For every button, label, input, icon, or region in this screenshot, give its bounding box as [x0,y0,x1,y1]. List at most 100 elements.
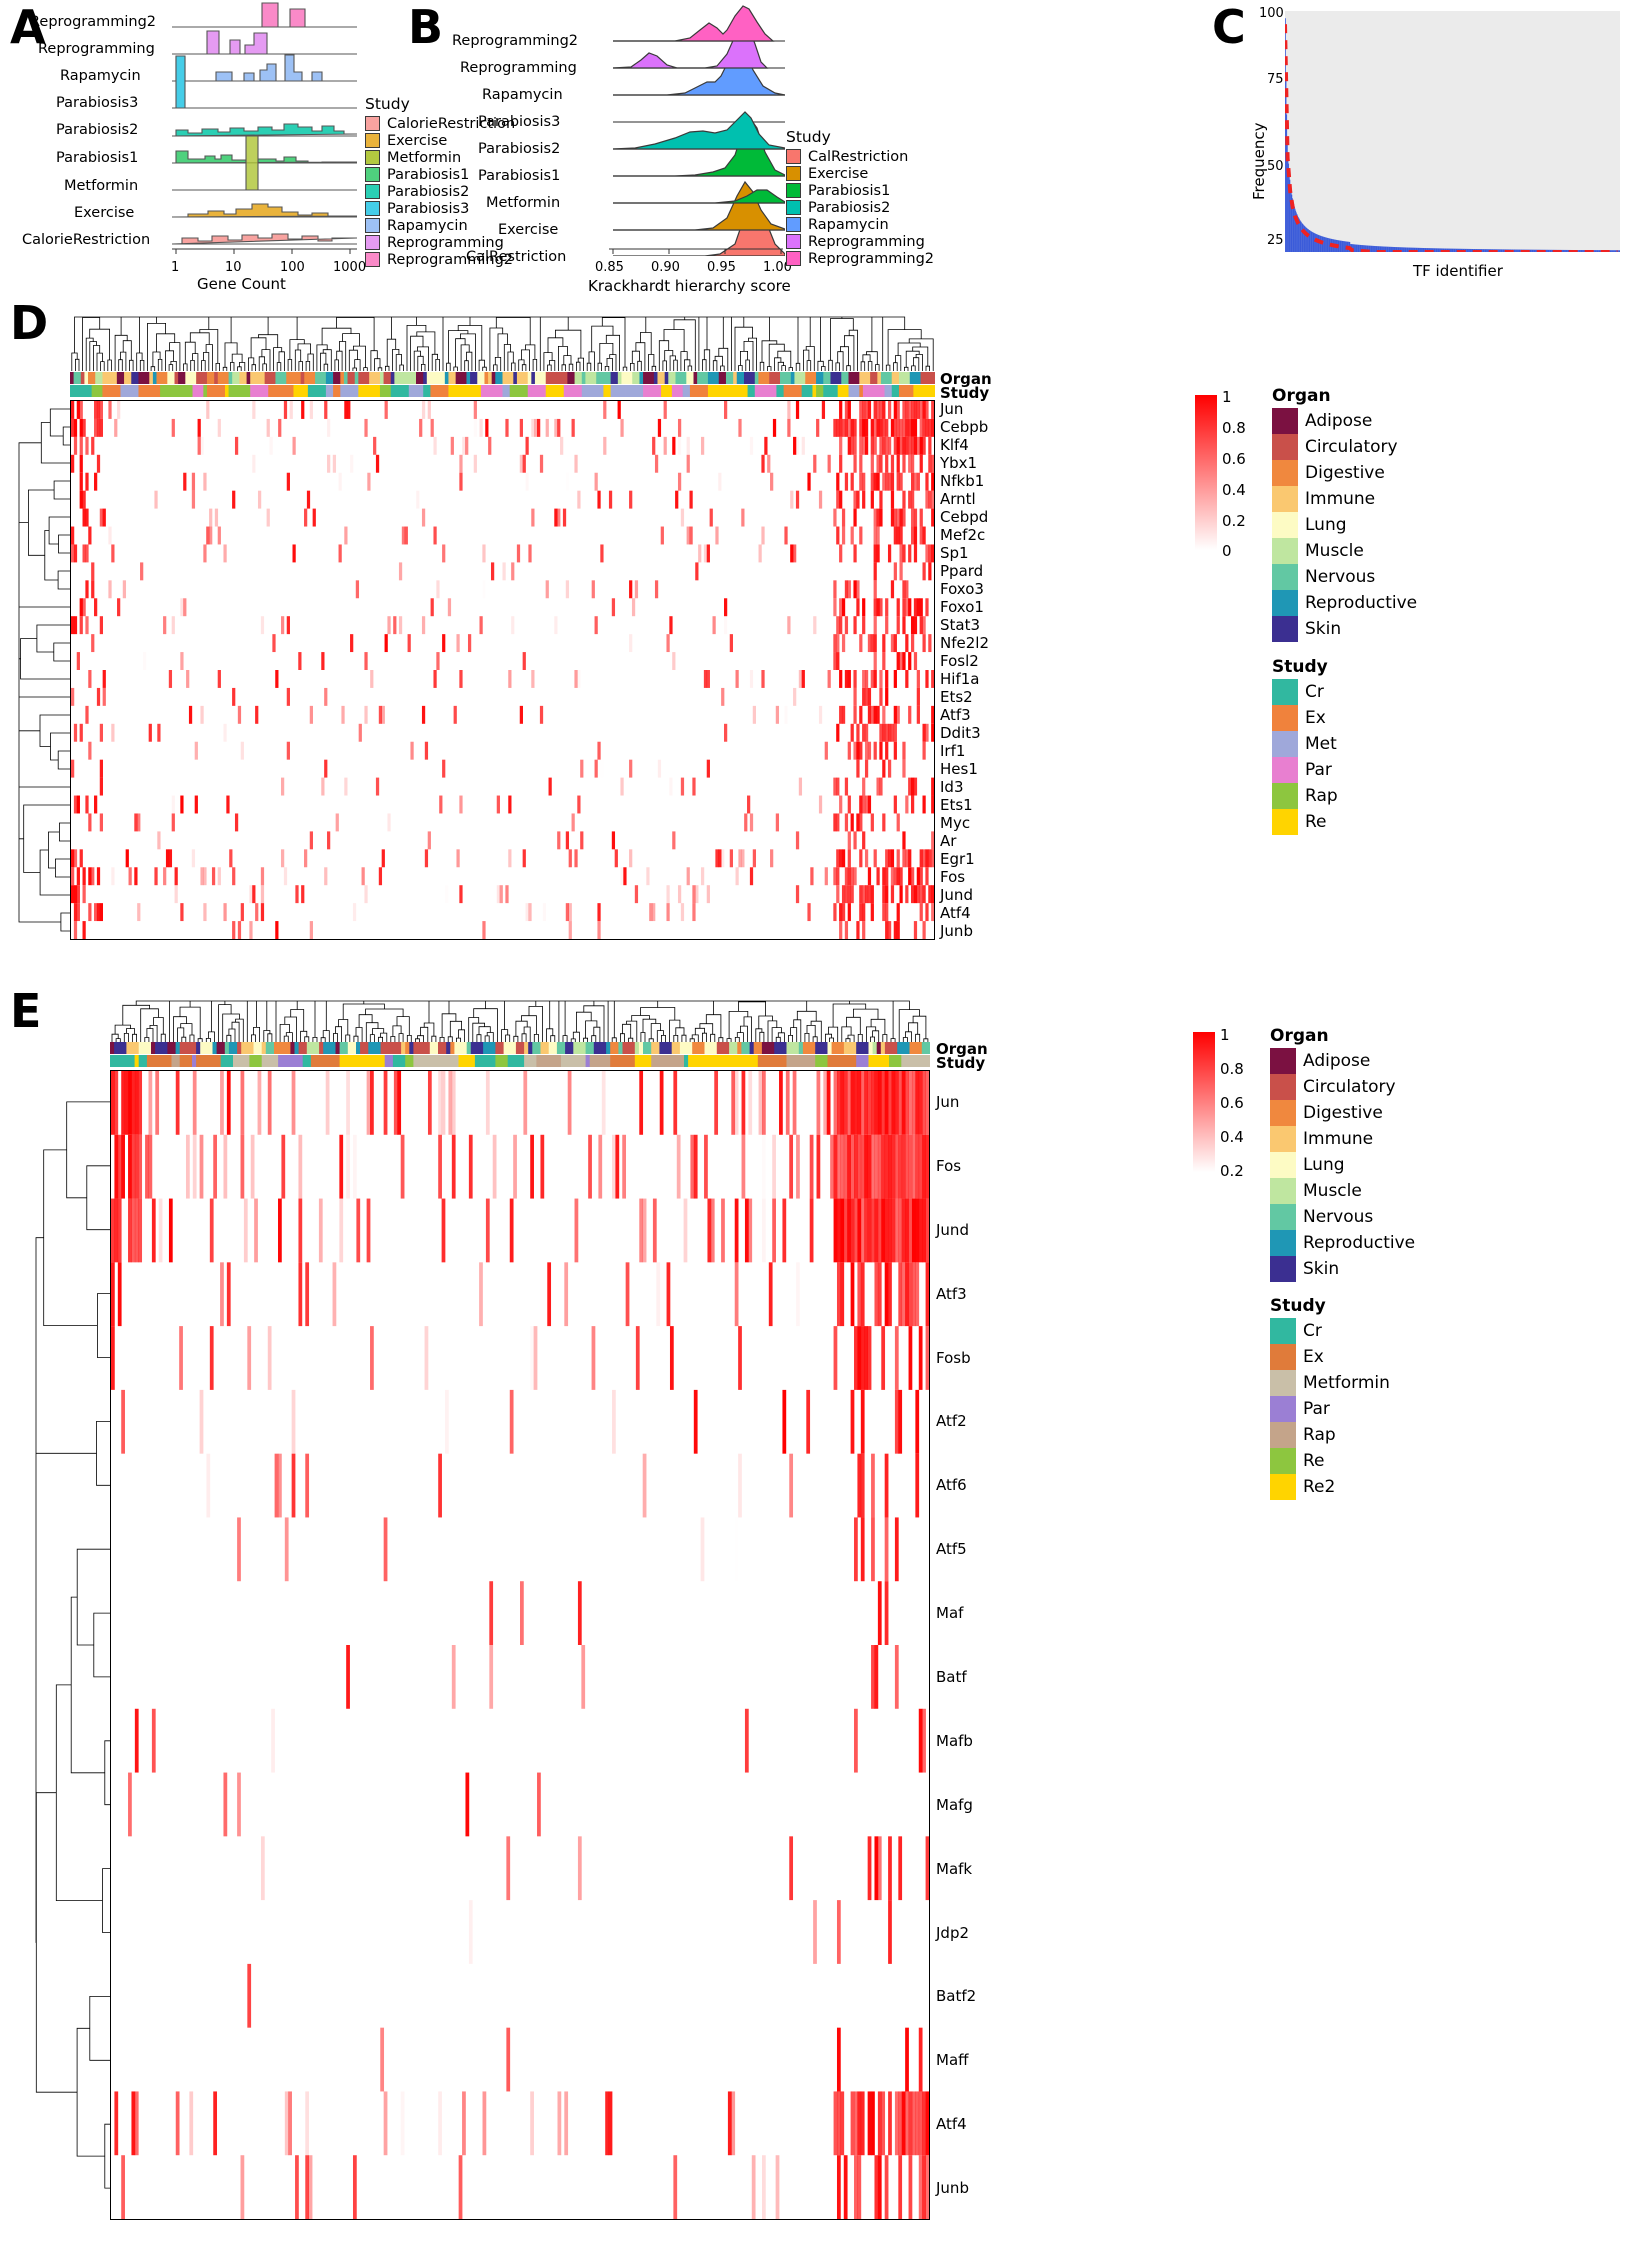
legend-item: Skin [1272,616,1417,642]
gene-label: Hif1a [940,670,980,688]
legend-label: Exercise [387,132,448,149]
panel-e-organ-legend-title: Organ [1270,1026,1329,1046]
legend-item: Rapamycin [786,216,934,233]
legend-swatch [1272,512,1298,538]
gene-label: Ppard [940,562,984,580]
legend-label: Rapamycin [387,217,468,234]
gene-label: Mafk [936,1859,973,1878]
gene-label: Jund [940,886,973,904]
panel-d-gene-labels: Jun Cebpb Klf4 Ybx1 Nfkb1 Arntl Cebpd Mef2c Sp1 P… [940,400,1070,940]
legend-label: Circulatory [1303,1077,1396,1097]
panel-b-row-label: Parabiosis2 [478,141,561,157]
legend-swatch [1270,1474,1296,1500]
legend-label: Adipose [1305,411,1373,431]
legend-swatch [1272,616,1298,642]
legend-label: Nervous [1305,567,1376,587]
legend-swatch [1272,434,1298,460]
legend-item: Digestive [1270,1100,1415,1126]
gene-label: Atf5 [936,1540,967,1559]
legend-swatch [1272,679,1298,705]
legend-swatch [1272,783,1298,809]
panel-a-row-label: CalorieRestriction [22,232,151,248]
legend-label: Re2 [1303,1477,1336,1497]
legend-item: Lung [1270,1152,1415,1178]
panel-c-ylabel: Frequency [1250,122,1268,201]
legend-label: Circulatory [1305,437,1398,457]
panel-b-row-label: Parabiosis3 [478,114,561,130]
panel-a-row-label: Parabiosis3 [56,95,139,111]
legend-label: Lung [1303,1155,1345,1175]
legend-item: Re [1270,1448,1390,1474]
gene-label: Atf3 [936,1284,967,1303]
gene-label: Arntl [940,490,976,508]
legend-swatch [1270,1422,1296,1448]
panel-a-row-label: Reprogramming [38,41,155,57]
legend-label: Par [1305,760,1332,780]
panel-d-organ-legend-title: Organ [1272,386,1331,406]
gene-label: Ets2 [940,688,973,706]
gene-label: Maf [936,1604,964,1623]
legend-item: Par [1270,1396,1390,1422]
legend-swatch [1272,486,1298,512]
legend-label: Metformin [387,149,462,166]
panel-d-colorbar-tick: 0.6 [1222,450,1246,468]
legend-label: Immune [1303,1129,1374,1149]
legend-item: Circulatory [1270,1074,1415,1100]
panel-c-plot [1285,11,1620,252]
gene-label: Ar [940,832,957,850]
legend-item: Rapamycin [365,217,515,234]
legend-swatch [1272,538,1298,564]
legend-swatch [1272,757,1298,783]
legend-item: Muscle [1272,538,1417,564]
gene-label: Mafb [936,1731,973,1750]
panel-e-organ-legend: Adipose Circulatory Digestive Immune Lun… [1270,1048,1415,1282]
panel-c-ytick: 25 [1267,233,1284,248]
legend-item: Muscle [1270,1178,1415,1204]
panel-e-heatmap [110,1070,930,2220]
gene-label: Nfkb1 [940,472,985,490]
panel-c-letter: C [1212,0,1246,54]
legend-label: Re [1303,1451,1325,1471]
gene-label: Atf4 [936,2115,967,2134]
gene-label: Jun [940,400,964,418]
legend-label: Immune [1305,489,1376,509]
panel-a-xtick: 1 [171,260,180,275]
legend-swatch [786,234,801,249]
panel-d-organ-track [70,372,935,384]
panel-e-colorbar [1193,1032,1215,1172]
panel-e-letter: E [10,984,42,1038]
legend-label: Ex [1305,708,1326,728]
legend-item: Reproductive [1270,1230,1415,1256]
panel-b-row-label: Parabiosis1 [478,168,561,184]
legend-item: Reprogramming2 [786,250,934,267]
gene-label: Maff [936,2051,969,2070]
panel-d-colorbar-tick: 0.2 [1222,512,1246,530]
legend-item: Cr [1270,1318,1390,1344]
panel-b-row-label: CalRestriction [466,249,567,265]
panel-e-study-legend-title: Study [1270,1296,1326,1316]
gene-label: Irf1 [940,742,966,760]
legend-swatch [1270,1230,1296,1256]
legend-item: Rap [1270,1422,1390,1448]
panel-d-organ-legend: Adipose Circulatory Digestive Immune Lun… [1272,408,1417,642]
panel-c-ytick: 75 [1267,72,1284,87]
legend-label: Metformin [1303,1373,1390,1393]
panel-c-ytick: 100 [1259,6,1284,21]
gene-label: Cebpb [940,418,989,436]
legend-label: Nervous [1303,1207,1374,1227]
gene-label: Foxo3 [940,580,984,598]
gene-label: Fos [936,1156,962,1175]
panel-c-xlabel: TF identifier [1413,262,1503,280]
legend-swatch [1270,1074,1296,1100]
panel-b-plot [585,0,785,256]
panel-b-xtick: 0.90 [651,260,680,275]
gene-label: Fos [940,868,966,886]
gene-label: Hes1 [940,760,978,778]
legend-swatch [365,167,380,182]
legend-label: Parabiosis1 [808,182,891,199]
panel-a-xtick: 100 [280,260,305,275]
panel-a-row-label: Reprogramming2 [30,14,157,30]
panel-e-gene-labels: Jun Fos Jund Atf3 Fosb Atf2 Atf6 Atf5 Maf Batf Maf… [936,1070,1066,2220]
legend-item: Met [1272,731,1338,757]
panel-b-legend: CalRestriction Exercise Parabiosis1 Para… [786,148,934,267]
